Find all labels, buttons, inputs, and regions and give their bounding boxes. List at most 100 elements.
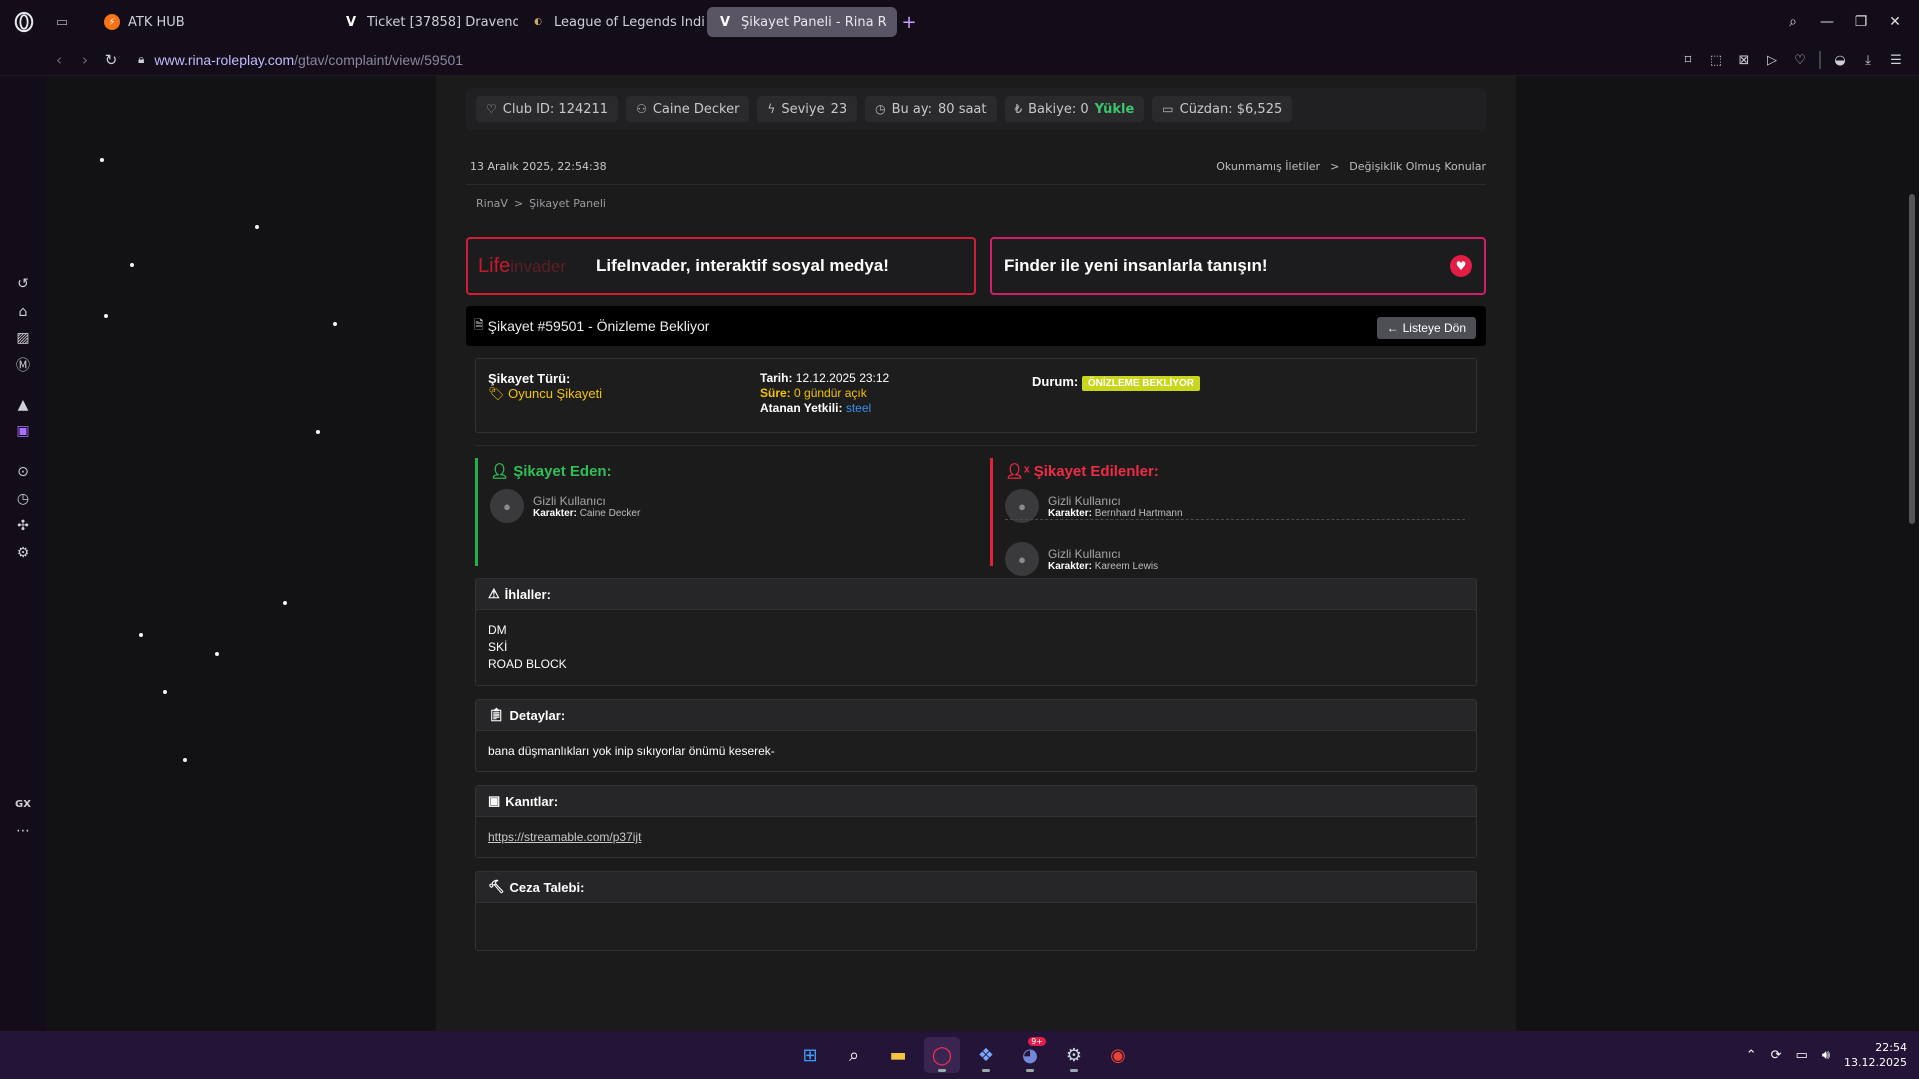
game-launcher-icon[interactable]: ❖ bbox=[968, 1037, 1004, 1073]
new-tab-button[interactable]: + bbox=[897, 10, 921, 34]
violations-header-text: İhlaller: bbox=[504, 586, 551, 602]
finder-banner-text: Finder ile yeni insanlarla tanışın! bbox=[1004, 256, 1268, 275]
tab-sikayet-paneli[interactable]: V Şikayet Paneli - Rina Role bbox=[707, 7, 897, 37]
system-clock[interactable]: 22:54 13.12.2025 bbox=[1844, 1040, 1907, 1070]
ai-icon[interactable]: ↺ bbox=[13, 274, 33, 294]
unread-messages-link[interactable]: Okunmamış İletiler bbox=[1216, 160, 1320, 173]
breadcrumb-current[interactable]: Şikayet Paneli bbox=[529, 197, 606, 210]
complainant-header: 👤︎ Şikayet Eden: bbox=[490, 462, 612, 480]
opera-gx-icon[interactable]: ◯ bbox=[924, 1037, 960, 1073]
news-icon[interactable]: Ⓜ bbox=[13, 355, 33, 375]
rina-v-icon: V bbox=[719, 14, 731, 30]
gx-corner-icon[interactable]: ▨ bbox=[13, 328, 33, 348]
penalty-header: 🔨︎ Ceza Talebi: bbox=[476, 872, 1476, 903]
ticket-title: Şikayet #59501 - Önizleme Bekliyor bbox=[487, 318, 710, 334]
restore-button[interactable]: ❐ bbox=[1847, 14, 1875, 30]
steam-icon[interactable]: ⚙ bbox=[1056, 1037, 1092, 1073]
download-icon[interactable]: ⤓ bbox=[1859, 53, 1877, 68]
user-x-icon: 👤︎ˣ bbox=[1005, 463, 1030, 480]
heart-icon[interactable]: ♡ bbox=[1791, 53, 1809, 68]
person-name: Gizli Kullanıcı bbox=[1048, 493, 1121, 508]
gx-logo-icon[interactable]: GX bbox=[13, 794, 33, 814]
tab-label: League of Legends İndir | bbox=[554, 14, 705, 30]
history-icon[interactable]: ◷ bbox=[13, 489, 33, 509]
chrome-icon[interactable]: ◉ bbox=[1100, 1037, 1136, 1073]
twitch-icon[interactable]: ▣ bbox=[13, 421, 33, 441]
search-tabs-icon[interactable]: ⌕ bbox=[1779, 14, 1807, 30]
account-icon[interactable]: ◒ bbox=[1831, 53, 1849, 68]
playtime-chip: ◷ Bu ay: 80 saat bbox=[865, 96, 997, 122]
tab-ticket[interactable]: V Ticket [37858] Draveno N bbox=[333, 7, 528, 37]
snowflake bbox=[104, 314, 108, 318]
date-column: Tarih: 12.12.2025 23:12 Süre: 0 gündür a… bbox=[760, 371, 889, 416]
close-button[interactable]: ✕ bbox=[1881, 14, 1909, 30]
snapshot-icon[interactable]: ⬚ bbox=[1707, 53, 1725, 68]
back-icon[interactable]: ‹ bbox=[46, 44, 72, 76]
back-to-list-button[interactable]: ← Listeye Dön bbox=[1376, 317, 1476, 339]
shop-icon[interactable]: ⌂ bbox=[13, 302, 33, 322]
club-id-chip: ♡ Club ID: 124211 bbox=[476, 96, 619, 122]
user-icon: 👤︎ bbox=[490, 463, 510, 480]
breadcrumb-root[interactable]: RinaV bbox=[476, 197, 508, 210]
violations-section: ⚠ İhlaller: DM SKİ ROAD BLOCK bbox=[475, 578, 1477, 686]
photo-video-icon: ▣ bbox=[488, 793, 501, 808]
changed-topics-link[interactable]: Değişiklik Olmuş Konular bbox=[1349, 160, 1486, 173]
level-label: Seviye bbox=[781, 101, 825, 117]
workspaces-icon[interactable]: ▭ bbox=[48, 0, 76, 44]
settings-gear-icon[interactable]: ⚙ bbox=[13, 543, 33, 563]
evidence-section: ▣ Kanıtlar: https://streamable.com/p37ijt bbox=[475, 785, 1477, 858]
scrollbar-thumb[interactable] bbox=[1909, 194, 1915, 524]
ticket-info-box: Şikayet Türü: 🏷︎ Oyuncu Şikayeti Tarih: … bbox=[475, 358, 1477, 433]
link-separator: > bbox=[1330, 159, 1340, 173]
heart-outline-icon: ♡ bbox=[486, 102, 497, 116]
atk-icon: ⚡ bbox=[104, 14, 120, 30]
load-balance-link[interactable]: Yükle bbox=[1095, 102, 1135, 117]
lock-icon[interactable]: 🔒︎ bbox=[138, 52, 144, 67]
volume-icon[interactable]: 🔊︎ bbox=[1822, 1048, 1830, 1063]
discord-icon[interactable]: ◕ 9+ bbox=[1012, 1037, 1048, 1073]
tab-atk-hub[interactable]: ⚡ ATK HUB bbox=[94, 7, 289, 37]
lira-icon: ₺ bbox=[1014, 102, 1023, 116]
evidence-link[interactable]: https://streamable.com/p37ijt bbox=[488, 830, 641, 844]
network-icon[interactable]: ▭ bbox=[1796, 1048, 1808, 1063]
user-icon: ⚇ bbox=[636, 102, 647, 116]
penalty-section: 🔨︎ Ceza Talebi: bbox=[475, 871, 1477, 951]
extensions-icon[interactable]: ✣ bbox=[13, 516, 33, 536]
file-explorer-icon[interactable]: ▬ bbox=[880, 1037, 916, 1073]
forward-icon[interactable]: › bbox=[72, 44, 98, 76]
menu-icon[interactable]: ☰ bbox=[1887, 53, 1905, 68]
player-icon[interactable]: ⊙ bbox=[13, 462, 33, 482]
url-field[interactable]: www.rina-roleplay.com/gtav/complaint/vie… bbox=[154, 52, 463, 68]
more-icon[interactable]: ⋯ bbox=[13, 821, 33, 841]
minimize-button[interactable]: — bbox=[1813, 14, 1841, 30]
evidence-header-text: Kanıtlar: bbox=[505, 793, 559, 809]
vpn-icon[interactable]: ▲ bbox=[13, 395, 33, 415]
shield-icon[interactable]: ⊠ bbox=[1735, 53, 1753, 68]
url-host: www.rina-roleplay.com bbox=[154, 51, 295, 68]
search-icon[interactable]: ⌕ bbox=[836, 1037, 872, 1073]
heart-icon: ♥ bbox=[1450, 255, 1472, 277]
username-chip[interactable]: ⚇ Caine Decker bbox=[626, 96, 750, 122]
complainant-header-text: Şikayet Eden: bbox=[513, 463, 612, 480]
reload-icon[interactable]: ↻ bbox=[98, 44, 124, 76]
finder-banner[interactable]: Finder ile yeni insanlarla tanışın! ♥ bbox=[990, 237, 1486, 295]
accused-header: 👤︎ˣ Şikayet Edilenler: bbox=[1005, 462, 1159, 480]
breadcrumb: RinaV > Şikayet Paneli bbox=[476, 194, 606, 212]
details-section: 📋︎ Detaylar: bana düşmanlıkları yok inip … bbox=[475, 699, 1477, 772]
clock-time: 22:54 bbox=[1875, 1041, 1907, 1054]
sync-icon[interactable]: ⟳ bbox=[1771, 1048, 1782, 1063]
lifeinvader-banner[interactable]: Lifeinvader LifeInvader, interaktif sosy… bbox=[466, 237, 976, 295]
accused-panel: 👤︎ˣ Şikayet Edilenler: ● Gizli Kullanıcı… bbox=[990, 458, 1477, 576]
play-icon[interactable]: ▷ bbox=[1763, 53, 1781, 68]
penalty-header-text: Ceza Talebi: bbox=[509, 879, 585, 895]
chevron-up-icon[interactable]: ⌃ bbox=[1746, 1048, 1757, 1063]
balance-chip: ₺ Bakiye: 0 Yükle bbox=[1004, 96, 1145, 122]
windows-start-icon[interactable]: ⊞ bbox=[792, 1037, 828, 1073]
bookmark-icon[interactable]: ⌑ bbox=[1679, 53, 1697, 68]
tab-league[interactable]: ◐ League of Legends İndir | bbox=[520, 7, 715, 37]
tab-label: Şikayet Paneli - Rina Role bbox=[741, 14, 887, 30]
assigned-value[interactable]: steel bbox=[846, 401, 871, 415]
opera-logo-icon[interactable] bbox=[0, 0, 48, 44]
page-scrollbar[interactable] bbox=[1905, 76, 1919, 1031]
wallet-value: Cüzdan: $6,525 bbox=[1179, 101, 1283, 117]
